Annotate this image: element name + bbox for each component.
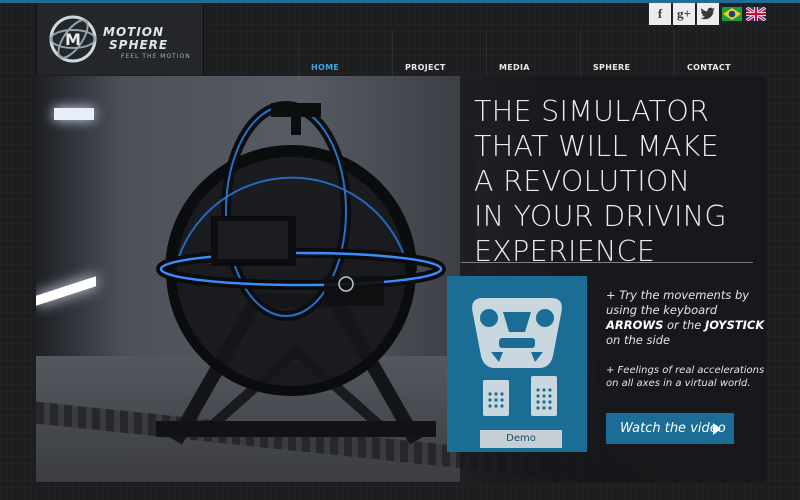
nav-item-contact[interactable]: CONTACT [674, 30, 768, 76]
headline-line: THAT WILL MAKE [474, 130, 719, 163]
bullet-text: + Try the movements by using the keyboar… [606, 288, 750, 317]
bullet-text: or the [663, 318, 705, 332]
divider [461, 262, 753, 263]
brazil-flag-icon[interactable] [721, 3, 743, 25]
social-links: f g+ [649, 3, 767, 25]
motion-sphere-logo-icon: M [49, 15, 97, 63]
demo-button[interactable]: Demo [480, 430, 562, 448]
brand-line-2: SPHERE [109, 38, 169, 52]
hero-banner: THE SIMULATOR THAT WILL MAKE A REVOLUTIO… [36, 76, 766, 482]
nav-item-home[interactable]: HOME [298, 30, 392, 76]
bullet-keys: ARROWS [606, 318, 664, 332]
facebook-icon[interactable]: f [649, 3, 671, 25]
watch-video-button[interactable]: Watch the video [606, 413, 734, 444]
main-nav: HOME PROJECT MEDIA SPHERE CONTACT [298, 30, 768, 76]
headline-line: A REVOLUTION [474, 165, 691, 198]
nav-item-media[interactable]: MEDIA [486, 30, 580, 76]
ceiling-light [54, 108, 94, 120]
uk-flag-icon[interactable] [745, 3, 767, 25]
steering-wheel-pedals-icon [472, 298, 562, 416]
feature-bullet-controls: + Try the movements by using the keyboar… [606, 288, 766, 348]
bullet-text: on the side [606, 333, 671, 347]
nav-label: MEDIA [499, 63, 530, 72]
nav-label: PROJECT [405, 63, 446, 72]
twitter-icon[interactable] [697, 3, 719, 25]
svg-text:M: M [65, 30, 81, 49]
watch-video-label: Watch the video [620, 421, 726, 436]
headline-line: THE SIMULATOR [474, 95, 710, 128]
brand-line-1: MOTION [103, 25, 165, 39]
brand-tagline: FEEL THE MOTION [121, 53, 191, 60]
nav-label: SPHERE [593, 63, 631, 72]
logo[interactable]: M MOTION SPHERE FEEL THE MOTION [36, 3, 204, 75]
simulator-sphere-image [156, 101, 446, 445]
nav-label: CONTACT [687, 63, 731, 72]
hero-headline: THE SIMULATOR THAT WILL MAKE A REVOLUTIO… [474, 94, 764, 269]
bullet-joystick: JOYSTICK [704, 318, 765, 332]
google-plus-icon[interactable]: g+ [673, 3, 695, 25]
demo-panel[interactable]: Demo [447, 276, 587, 452]
headline-line: EXPERIENCE [474, 235, 656, 268]
nav-item-sphere[interactable]: SPHERE [580, 30, 674, 76]
nav-label: HOME [311, 63, 340, 72]
play-arrow-icon [713, 423, 721, 435]
feature-bullet-accelerations: + Feelings of real accelerations on all … [606, 365, 765, 389]
headline-line: IN YOUR DRIVING [474, 200, 727, 233]
nav-item-project[interactable]: PROJECT [392, 30, 486, 76]
